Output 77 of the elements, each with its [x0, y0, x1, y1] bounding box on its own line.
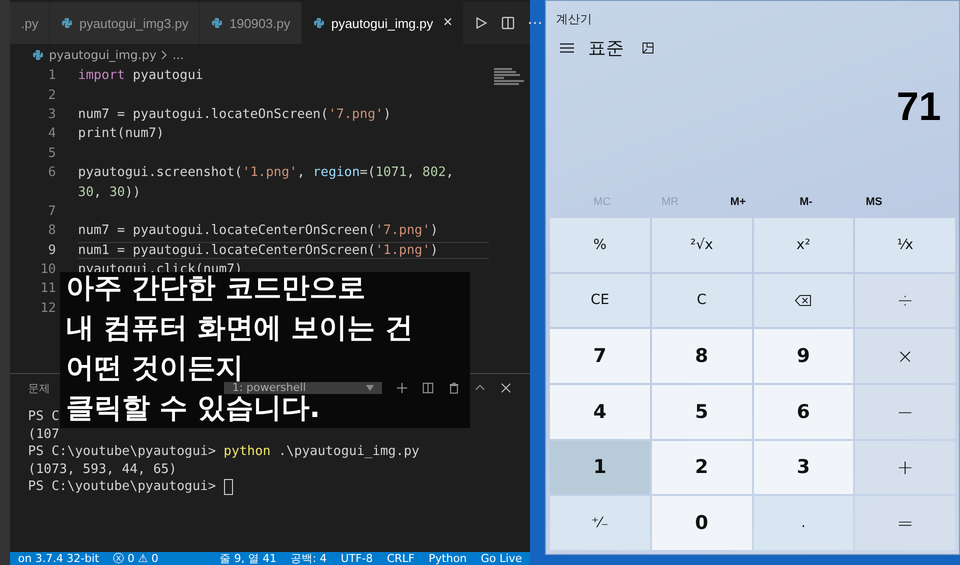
terminal-output: PS C: [28, 409, 60, 424]
line-number: 9: [47, 242, 57, 258]
calculator-key[interactable]: 5: [652, 385, 752, 439]
line-number: 4: [47, 126, 57, 142]
calculator-key[interactable]: −: [855, 385, 955, 439]
code-line: import pyautogui: [78, 68, 204, 84]
status-item[interactable]: on 3.7.4 32-bit: [18, 552, 100, 565]
caption-text: 내 컴퓨터 화면에 보이는 건: [66, 314, 413, 342]
line-number: 2: [47, 88, 57, 103]
editor-tab[interactable]: pyautogui_img3.py: [50, 2, 200, 44]
line-number: 7: [47, 204, 57, 219]
tab-label: pyautogui_img.py: [331, 16, 434, 30]
caption-text: 어떤 것이든지: [66, 354, 244, 382]
calculator-key[interactable]: ¹⁄x: [855, 218, 955, 272]
calculator-key[interactable]: 1: [550, 440, 650, 494]
calculator-key[interactable]: ²√x: [652, 218, 752, 272]
status-item[interactable]: 줄 9, 열 41: [220, 552, 277, 565]
calculator-key[interactable]: 7: [550, 329, 650, 383]
calculator-key[interactable]: 0: [652, 496, 752, 550]
calculator-key[interactable]: 9: [754, 329, 854, 383]
tab-label: pyautogui_img3.py: [79, 16, 188, 30]
caption-text: 클릭할 수 있습니다.: [66, 394, 320, 422]
calculator-key[interactable]: +: [855, 440, 955, 494]
calculator-key[interactable]: 2: [652, 440, 752, 494]
window-title: 계산기: [555, 11, 593, 28]
calculator-key[interactable]: 6: [754, 385, 854, 439]
status-item[interactable]: Go Live: [480, 552, 522, 565]
calculator-key[interactable]: %: [550, 218, 650, 272]
code-line: print(num7): [78, 126, 164, 142]
code-line: num1 = pyautogui.locateCenterOnScreen('1.png'): [78, 242, 489, 259]
calculator-key[interactable]: CE: [550, 274, 650, 328]
status-item[interactable]: ⓧ 0 ⚠ 0: [113, 552, 158, 565]
code-line: 30, 30)): [78, 184, 141, 200]
line-number: 11: [39, 281, 57, 296]
calculator-key[interactable]: .: [754, 496, 854, 550]
breadcrumb-item[interactable]: ...: [172, 48, 184, 62]
line-number: 12: [39, 300, 57, 316]
code-line: num7 = pyautogui.locateCenterOnScreen('7.png'): [78, 223, 438, 238]
memory-button[interactable]: MS: [840, 194, 908, 208]
tab-label: .py: [21, 16, 38, 30]
terminal-output: (1073, 593, 44, 65): [28, 462, 177, 477]
calculator-display: 71: [896, 85, 942, 131]
panel-tab[interactable]: 문제: [28, 380, 50, 396]
terminal-output: PS C:\youtube\pyautogui> python .\pyautogui_img.py: [28, 444, 420, 460]
code-line: pyautogui.screenshot('1.png', region=(1071, 802,: [78, 165, 454, 180]
calculator-key[interactable]: ⁺⁄₋: [550, 496, 650, 550]
code-line: num7 = pyautogui.locateOnScreen('7.png'): [78, 106, 392, 122]
calculator-key[interactable]: 3: [754, 440, 854, 494]
mode-title: 표준: [588, 37, 624, 60]
calculator-key[interactable]: 8: [652, 329, 752, 383]
line-number: 10: [39, 262, 57, 278]
tab-label: 190903.py: [229, 16, 290, 30]
calculator-key[interactable]: ÷: [855, 274, 955, 328]
memory-button[interactable]: M-: [772, 194, 840, 208]
calculator-key[interactable]: x²: [754, 218, 854, 272]
terminal-output: PS C:\youtube\pyautogui>: [28, 479, 217, 494]
status-item[interactable]: Python: [428, 552, 467, 565]
line-number: 8: [47, 223, 57, 238]
close-button[interactable]: ×: [443, 14, 452, 32]
calculator-key[interactable]: C: [652, 274, 752, 328]
memory-button[interactable]: M+: [704, 194, 772, 208]
terminal-dropdown[interactable]: 1: powershell: [224, 382, 382, 394]
status-item[interactable]: 공백: 4: [290, 552, 327, 565]
line-number: 5: [47, 146, 57, 161]
calculator-key[interactable]: 4: [550, 385, 650, 439]
breadcrumb-item[interactable]: pyautogui_img.py: [49, 48, 156, 62]
editor-tab[interactable]: pyautogui_img.py ×: [302, 2, 464, 44]
line-number: 3: [47, 106, 57, 122]
status-item[interactable]: UTF-8: [340, 552, 373, 565]
terminal-output: (107: [28, 426, 60, 442]
calculator-key[interactable]: ×: [855, 329, 955, 383]
line-number: 6: [47, 165, 57, 180]
status-item[interactable]: CRLF: [386, 552, 415, 565]
editor-tab[interactable]: 190903.py: [200, 2, 302, 44]
line-number: 1: [47, 68, 57, 84]
editor-tab[interactable]: .py: [10, 2, 50, 44]
calculator-key[interactable]: =: [855, 496, 955, 550]
